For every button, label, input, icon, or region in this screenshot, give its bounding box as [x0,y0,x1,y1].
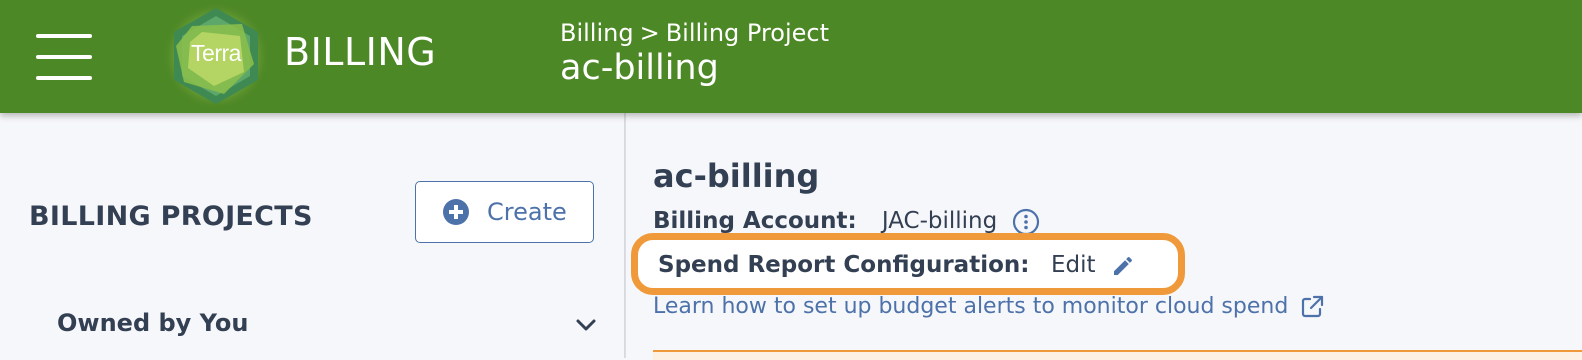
create-button[interactable]: Create [415,181,594,243]
info-icon[interactable] [1012,208,1040,236]
create-label: Create [487,198,567,226]
billing-account-value: JAC-billing [881,208,998,234]
breadcrumb-item-billing-project: Billing Project [665,19,830,47]
terra-logo[interactable]: Terra [162,2,270,110]
edit-spend-report-button[interactable]: Edit [1051,252,1096,278]
chevron-down-icon[interactable] [575,317,597,333]
breadcrumb: Billing > Billing Project [560,19,829,47]
owned-by-you-section[interactable]: Owned by You [57,309,597,345]
sidebar: BILLING PROJECTS Create Owned by You [0,113,626,358]
page-name: ac-billing [560,48,719,88]
spend-report-highlight: Spend Report Configuration: Edit [631,233,1185,295]
billing-account-label: Billing Account: [653,208,857,234]
main-content: ac-billing Billing Account: JAC-billing … [626,113,1582,360]
breadcrumb-separator: > [639,19,660,47]
breadcrumb-item-billing[interactable]: Billing [560,19,634,47]
external-link-icon[interactable] [1299,294,1325,320]
section-title: BILLING PROJECTS [29,201,313,232]
hamburger-menu-icon[interactable] [36,34,92,80]
budget-alerts-link-text[interactable]: Learn how to set up budget alerts to mon… [653,294,1288,319]
logo-text: Terra [191,40,241,66]
project-title: ac-billing [653,157,820,195]
budget-alerts-link[interactable]: Learn how to set up budget alerts to mon… [653,294,1325,326]
top-bar: Terra BILLING Billing > Billing Project ac… [0,0,1582,113]
alert-banner-edge [653,350,1582,360]
owned-by-you-label: Owned by You [57,309,249,337]
app-title: BILLING [284,30,437,74]
pencil-icon[interactable] [1111,254,1135,278]
spend-report-label: Spend Report Configuration: [658,252,1030,278]
plus-circle-icon [443,199,469,225]
